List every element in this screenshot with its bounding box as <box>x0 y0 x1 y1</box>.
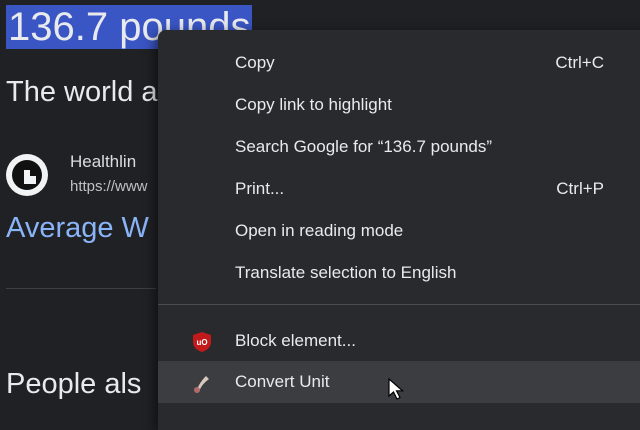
menu-item-label: Search Google for “136.7 pounds” <box>235 137 493 156</box>
menu-item-translate[interactable]: Translate selection to English <box>158 252 640 294</box>
menu-item-shortcut: Ctrl+C <box>555 53 604 72</box>
result-site-url[interactable]: https://www <box>70 178 148 195</box>
result-title-link[interactable]: Average W <box>6 212 149 245</box>
menu-item-block-element[interactable]: uO Block element... <box>158 320 640 362</box>
menu-item-label: Convert Unit <box>235 372 330 391</box>
menu-item-label: Translate selection to English <box>235 263 457 282</box>
menu-item-reading-mode[interactable]: Open in reading mode <box>158 210 640 252</box>
section-divider <box>6 288 156 289</box>
menu-item-copy[interactable]: Copy Ctrl+C <box>158 42 640 84</box>
answer-description: The world a <box>6 76 158 108</box>
people-also-ask-heading: People als <box>6 368 142 400</box>
menu-item-print[interactable]: Print... Ctrl+P <box>158 168 640 210</box>
menu-item-label: Block element... <box>235 331 356 350</box>
context-menu: Copy Ctrl+C Copy link to highlight Searc… <box>158 30 640 430</box>
menu-separator <box>158 304 640 305</box>
mouse-cursor-icon <box>388 378 405 400</box>
menu-item-label: Copy <box>235 53 275 72</box>
menu-item-copy-link-to-highlight[interactable]: Copy link to highlight <box>158 84 640 126</box>
menu-item-label: Print... <box>235 179 285 198</box>
svg-text:uO: uO <box>196 338 207 347</box>
menu-item-shortcut: Ctrl+P <box>556 179 604 198</box>
ublock-origin-icon: uO <box>193 332 211 352</box>
menu-item-label: Open in reading mode <box>235 221 404 240</box>
convert-unit-extension-icon <box>194 376 209 393</box>
menu-item-search-google[interactable]: Search Google for “136.7 pounds” <box>158 126 640 168</box>
menu-item-label: Copy link to highlight <box>235 95 392 114</box>
healthline-favicon-icon[interactable] <box>6 154 48 196</box>
result-site-name[interactable]: Healthlin <box>70 152 136 172</box>
